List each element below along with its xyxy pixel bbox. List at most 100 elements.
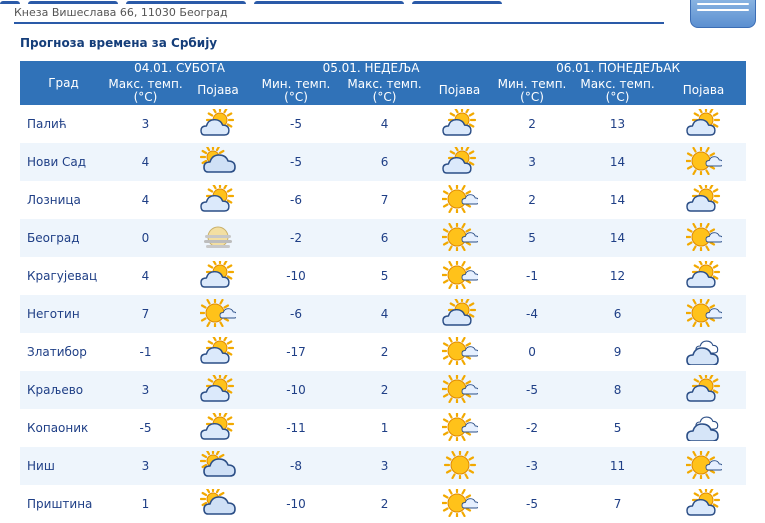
mostly-sunny-icon: [684, 296, 724, 330]
mon-min-temp: 3: [490, 143, 575, 181]
cloudy-icon: [685, 337, 722, 368]
sun-min-temp: -10: [286, 497, 306, 511]
mon-min-temp: -1: [526, 269, 538, 283]
city-name: Палић: [27, 117, 67, 131]
city-name: Ниш: [20, 447, 107, 485]
column-header-sun-max: Макс. темп. (°C): [340, 76, 430, 105]
address-text: Кнеза Вишеслава 66, 11030 Београд: [14, 6, 228, 19]
weather-icon-cell: [661, 295, 747, 333]
sat-max-temp: 0: [107, 219, 184, 257]
column-header-mon-min: Мин. темп. (°C): [490, 76, 575, 105]
weather-icon-cell: [429, 257, 490, 295]
weather-icon-cell: [661, 105, 746, 143]
rhmz-logo-icon[interactable]: [690, 0, 756, 28]
cloudy-sun-icon: [199, 485, 236, 520]
sat-max-temp: 1: [141, 497, 150, 511]
sun-min-temp: -2: [252, 219, 341, 257]
column-header-sun-min: Мин. темп. (°C): [252, 76, 341, 105]
table-row: Палић 3 -5 4 2 13: [20, 105, 746, 143]
partly-cloudy-icon: [200, 181, 236, 216]
sun-min-temp: -6: [252, 295, 341, 333]
mostly-sunny-icon: [684, 448, 724, 482]
mon-max-temp: 9: [613, 345, 622, 359]
mostly-sunny-icon: [198, 296, 238, 330]
mon-min-temp: 5: [490, 219, 575, 257]
sat-max-temp: -1: [139, 345, 152, 359]
sun-min-temp: -5: [252, 143, 341, 181]
city-name: Краљево: [20, 371, 107, 409]
sat-max-temp: 4: [107, 143, 184, 181]
weather-icon-cell: [184, 409, 252, 447]
mostly-sunny-icon: [684, 144, 724, 178]
weather-icon-cell: [429, 447, 491, 485]
sun-min-temp: -17: [286, 345, 306, 359]
sun-min-temp: -5: [290, 117, 302, 131]
mon-min-temp: -2: [526, 421, 538, 435]
column-header-sun-icon: Појава: [429, 76, 491, 105]
weather-icon-cell: [184, 333, 252, 371]
table-row: Београд 0 -2 6 5 14: [20, 219, 747, 257]
weather-icon-cell: [184, 105, 252, 143]
weather-icon-cell: [429, 181, 490, 219]
weather-icon-cell: [184, 181, 252, 219]
weather-icon-cell: [429, 485, 490, 523]
city-name: Лозница: [27, 193, 81, 207]
mostly-sunny-icon: [440, 220, 480, 254]
mon-max-temp: 7: [613, 497, 622, 511]
partly-cloudy-icon: [685, 257, 722, 292]
sun-max-temp: 4: [340, 295, 430, 333]
weather-icon-cell: [429, 333, 490, 371]
sat-max-temp: 4: [141, 193, 150, 207]
sun-min-temp: -11: [286, 421, 306, 435]
mon-max-temp: 8: [574, 371, 662, 409]
partly-cloudy-icon: [441, 295, 478, 330]
weather-icon-cell: [429, 371, 491, 409]
mon-max-temp: 14: [574, 143, 662, 181]
sun-max-temp: 6: [340, 143, 430, 181]
city-name: Нови Сад: [20, 143, 107, 181]
table-header-row-columns: Макс. темп. (°C) Појава Мин. темп. (°C) …: [20, 76, 747, 105]
mon-min-temp: 2: [528, 117, 536, 131]
column-header-sat-max: Макс. темп. (°C): [107, 76, 184, 105]
sun-max-temp: 4: [380, 117, 389, 131]
partly-cloudy-icon: [441, 105, 478, 140]
weather-icon-cell: [184, 219, 253, 257]
mostly-sunny-icon: [684, 220, 724, 254]
sunny-icon: [442, 448, 478, 482]
mon-max-temp: 11: [574, 447, 662, 485]
weather-icon-cell: [184, 485, 252, 523]
table-row: Ниш 3 -8 3 -3 11: [20, 447, 747, 485]
city-name: Крагујевац: [27, 269, 98, 283]
header-divider: [14, 22, 664, 24]
weather-icon-cell: [184, 257, 252, 295]
mon-min-temp: -5: [526, 497, 538, 511]
sat-max-temp: 3: [141, 117, 150, 131]
partly-cloudy-icon: [200, 105, 236, 140]
partly-cloudy-icon: [685, 105, 722, 140]
weather-icon-cell: [429, 295, 491, 333]
partly-cloudy-icon: [200, 257, 236, 292]
partly-cloudy-icon: [200, 409, 236, 444]
mon-max-temp: 5: [613, 421, 622, 435]
weather-icon-cell: [661, 447, 747, 485]
weather-icon-cell: [661, 409, 746, 447]
weather-icon-cell: [661, 257, 746, 295]
day-header-saturday: 04.01. СУБОТА: [107, 61, 253, 76]
column-header-city: Град: [20, 61, 107, 105]
weather-icon-cell: [661, 485, 746, 523]
weather-icon-cell: [429, 105, 490, 143]
mon-max-temp: 14: [609, 193, 626, 207]
city-name: Београд: [20, 219, 107, 257]
table-row: Приштина 1 -10 2 -5 7: [20, 485, 746, 523]
weather-icon-cell: [184, 371, 253, 409]
city-name: Неготин: [20, 295, 107, 333]
partly-cloudy-icon: [685, 371, 722, 406]
partly-cloudy-icon: [685, 485, 722, 520]
mostly-sunny-icon: [440, 410, 480, 444]
table-row: Копаоник -5 -11 1 -2 5: [20, 409, 746, 447]
forecast-title: Прогноза времена за Србију: [20, 36, 218, 50]
sun-max-temp: 2: [340, 371, 430, 409]
forecast-table: Град 04.01. СУБОТА 05.01. НЕДЕЉА 06.01. …: [20, 61, 747, 523]
table-row: Лозница 4 -6 7 2 14: [20, 181, 746, 219]
site-title-clipped: [0, 0, 640, 4]
